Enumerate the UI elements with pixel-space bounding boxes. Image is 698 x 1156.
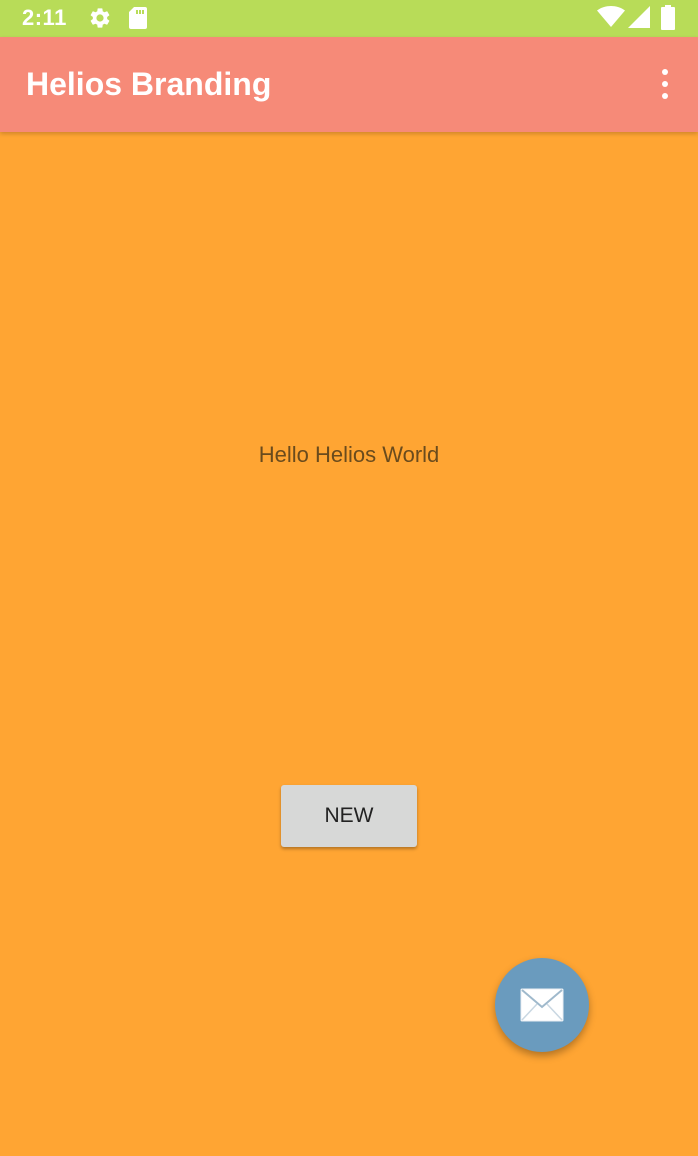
sd-card-icon bbox=[129, 7, 147, 29]
more-vert-icon[interactable] bbox=[650, 67, 680, 101]
app-screen: 2:11 Helios Branding Hello Helios World … bbox=[0, 0, 698, 1156]
battery-icon bbox=[661, 5, 675, 30]
mail-fab-button[interactable] bbox=[495, 958, 589, 1052]
app-bar: Helios Branding bbox=[0, 37, 698, 132]
settings-icon bbox=[90, 8, 110, 28]
wifi-icon bbox=[597, 6, 625, 27]
app-title: Helios Branding bbox=[26, 66, 272, 102]
mail-icon bbox=[520, 988, 564, 1022]
hello-text: Hello Helios World bbox=[258, 442, 440, 467]
cell-signal-icon bbox=[628, 6, 650, 28]
status-time: 2:11 bbox=[22, 5, 67, 30]
status-bar: 2:11 bbox=[0, 0, 698, 37]
new-button[interactable]: NEW bbox=[281, 785, 417, 847]
